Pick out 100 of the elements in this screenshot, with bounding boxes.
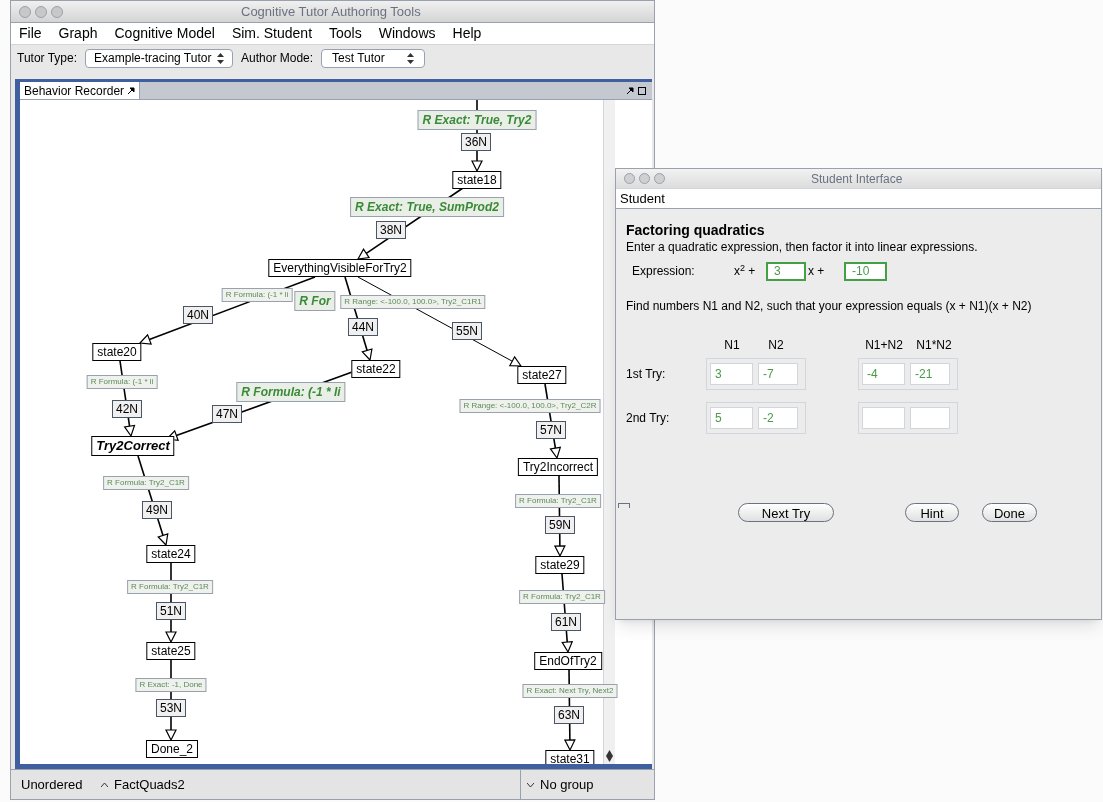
author-mode-dropdown[interactable]: Test Tutor bbox=[321, 48, 426, 68]
constant-field[interactable]: -10 bbox=[844, 261, 887, 281]
instructions: Enter a quadratic expression, then factor it into linear expressions. bbox=[626, 239, 979, 255]
menu-item[interactable]: Graph bbox=[58, 23, 98, 44]
menu-item[interactable]: Tools bbox=[329, 23, 362, 44]
link-label[interactable]: 55N bbox=[452, 322, 482, 340]
state-node[interactable]: Try2Incorrect bbox=[517, 458, 599, 476]
window-minimize-button[interactable] bbox=[639, 173, 650, 184]
answer-field[interactable]: -21 bbox=[910, 363, 950, 385]
state-node[interactable]: state22 bbox=[351, 360, 401, 378]
window-zoom-button[interactable] bbox=[51, 5, 63, 18]
link-label[interactable]: 53N bbox=[156, 699, 186, 717]
caret-down-icon bbox=[527, 782, 534, 787]
answer-field[interactable]: -2 bbox=[758, 407, 798, 429]
action-label[interactable]: R Formula: (-1 * li bbox=[86, 375, 158, 389]
menu-item[interactable]: File bbox=[19, 23, 42, 44]
answer-field[interactable] bbox=[910, 407, 950, 429]
state-node[interactable]: state25 bbox=[146, 642, 196, 660]
action-label[interactable]: R Formula: Try2_C1R bbox=[515, 494, 601, 508]
column-header: N1*N2 bbox=[915, 337, 953, 354]
answer-field[interactable]: -4 bbox=[862, 363, 905, 385]
expression-term: x$^{2}$ + bbox=[734, 262, 757, 280]
pin-icon bbox=[128, 87, 136, 94]
problem-selector[interactable]: FactQuads2 bbox=[101, 770, 521, 799]
tutor-type-dropdown[interactable]: Example-tracing Tutor bbox=[85, 48, 234, 68]
action-label[interactable]: R Exact: Next Try, Next2 bbox=[522, 684, 618, 698]
status-order: Unordered bbox=[21, 775, 84, 794]
link-label[interactable]: 42N bbox=[112, 400, 142, 418]
heading: Factoring quadratics bbox=[626, 222, 766, 239]
action-label[interactable]: R Range: <-100.0, 100.0>, Try2_C1R1 bbox=[340, 295, 486, 309]
answer-field[interactable] bbox=[862, 407, 905, 429]
tutor-type-label: Tutor Type: bbox=[17, 50, 78, 67]
window-close-button[interactable] bbox=[624, 173, 635, 184]
answer-field[interactable]: 5 bbox=[710, 407, 753, 429]
window-title: Cognitive Tutor Authoring Tools bbox=[241, 2, 421, 21]
window-title: Student Interface bbox=[811, 170, 903, 188]
action-button[interactable]: Next Try bbox=[738, 503, 834, 522]
action-label[interactable]: R Formula: (-1 * li bbox=[236, 382, 346, 402]
state-node[interactable]: state31 bbox=[545, 750, 595, 764]
behavior-recorder-tab[interactable]: Behavior Recorder bbox=[20, 82, 141, 99]
column-header: N1+N2 bbox=[864, 337, 904, 354]
column-header: N1 bbox=[723, 337, 741, 354]
state-node[interactable]: state18 bbox=[452, 171, 502, 189]
column-header: N2 bbox=[767, 337, 785, 354]
action-label[interactable]: R Exact: True, Try2 bbox=[417, 110, 537, 130]
scroll-up-icon[interactable] bbox=[606, 750, 613, 756]
link-label[interactable]: 59N bbox=[545, 516, 575, 534]
link-label[interactable]: 38N bbox=[376, 221, 406, 239]
task-instructions: Find numbers N1 and N2, such that your expression equals (x + N1)(x + N2) bbox=[626, 298, 1033, 314]
window-minimize-button[interactable] bbox=[35, 5, 47, 18]
answer-field[interactable]: -7 bbox=[758, 363, 798, 385]
action-button[interactable]: Done bbox=[982, 503, 1037, 522]
state-node[interactable]: state27 bbox=[517, 366, 567, 384]
state-node[interactable]: state29 bbox=[535, 556, 585, 574]
expression-term: x + bbox=[807, 263, 826, 280]
link-label[interactable]: 49N bbox=[142, 501, 172, 519]
action-label[interactable]: R Exact: True, SumProd2 bbox=[350, 197, 504, 217]
row-label: 2nd Try: bbox=[626, 410, 671, 427]
action-label[interactable]: R For bbox=[294, 291, 336, 311]
row-label: 1st Try: bbox=[626, 366, 667, 383]
menu-item[interactable]: Cognitive Model bbox=[114, 23, 215, 44]
state-node[interactable]: Done_2 bbox=[146, 740, 198, 758]
menu-item[interactable]: Windows bbox=[378, 23, 436, 44]
maximize-icon[interactable] bbox=[638, 86, 646, 95]
state-node[interactable]: Try2Correct bbox=[91, 436, 175, 456]
caret-up-icon bbox=[101, 782, 108, 787]
action-label[interactable]: R Exact: -1, Done bbox=[135, 678, 207, 692]
menu-item[interactable]: Sim. Student bbox=[231, 23, 313, 44]
state-node[interactable]: EverythingVisibleForTry2 bbox=[268, 259, 412, 277]
link-label[interactable]: 36N bbox=[461, 133, 491, 151]
empty-label-box bbox=[618, 503, 630, 508]
scroll-down-icon[interactable] bbox=[606, 756, 613, 762]
menu-item[interactable]: Student bbox=[620, 188, 665, 209]
link-label[interactable]: 57N bbox=[536, 421, 566, 439]
expression-label: Expression: bbox=[632, 263, 696, 280]
link-label[interactable]: 63N bbox=[554, 706, 584, 724]
action-label[interactable]: R Range: <-100.0, 100.0>, Try2_C2R bbox=[459, 399, 601, 413]
window-zoom-button[interactable] bbox=[654, 173, 665, 184]
answer-field[interactable]: 3 bbox=[710, 363, 753, 385]
pin-icon[interactable] bbox=[627, 87, 634, 94]
link-label[interactable]: 51N bbox=[156, 602, 186, 620]
action-label[interactable]: R Formula: Try2_C1R bbox=[519, 590, 605, 604]
link-label[interactable]: 44N bbox=[348, 318, 378, 336]
state-node[interactable]: state24 bbox=[146, 545, 196, 563]
updown-icon bbox=[217, 52, 225, 64]
action-label[interactable]: R Formula: Try2_C1R bbox=[127, 580, 213, 594]
action-button[interactable]: Hint bbox=[905, 503, 959, 522]
coefficient-field[interactable]: 3 bbox=[766, 261, 806, 281]
action-label[interactable]: R Formula: Try2_C1R bbox=[103, 476, 189, 490]
group-selector[interactable]: No group bbox=[527, 774, 594, 795]
link-label[interactable]: 40N bbox=[183, 306, 213, 324]
updown-icon bbox=[407, 52, 415, 64]
state-node[interactable]: EndOfTry2 bbox=[534, 652, 602, 670]
author-mode-label: Author Mode: bbox=[241, 50, 314, 67]
window-close-button[interactable] bbox=[19, 5, 31, 18]
link-label[interactable]: 47N bbox=[212, 405, 242, 423]
state-node[interactable]: state20 bbox=[92, 343, 142, 361]
link-label[interactable]: 61N bbox=[551, 613, 581, 631]
action-label[interactable]: R Formula: (-1 * li bbox=[221, 288, 293, 302]
menu-item[interactable]: Help bbox=[452, 23, 482, 44]
